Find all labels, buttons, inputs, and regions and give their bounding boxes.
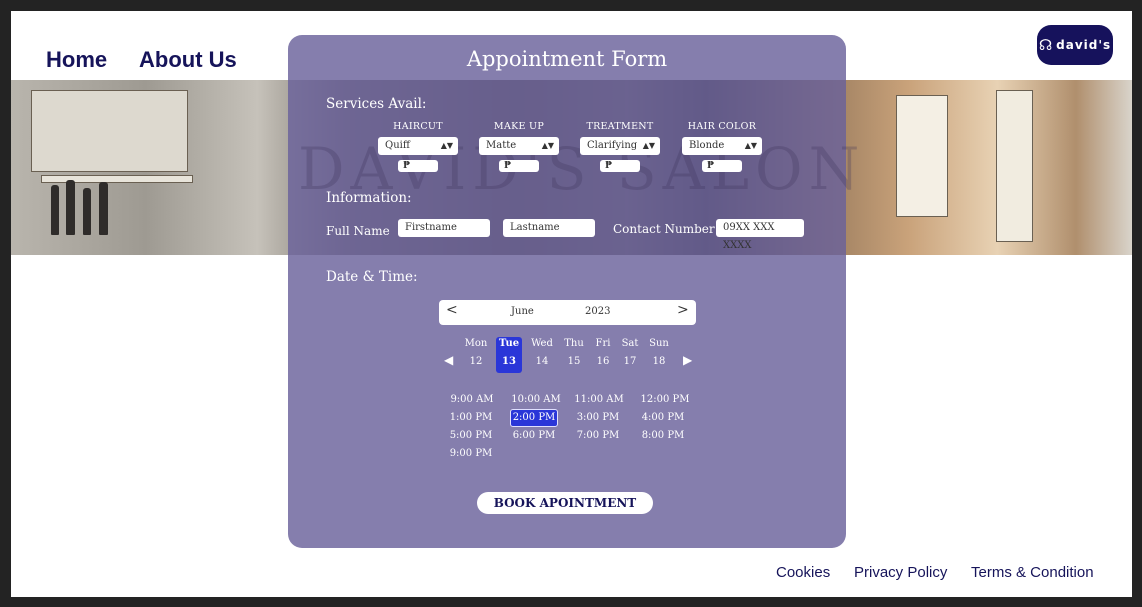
day-name: Wed bbox=[531, 338, 553, 349]
logo-text: david's bbox=[1056, 38, 1112, 52]
chevron-updown-icon: ▲▼ bbox=[440, 141, 453, 150]
select-value: Matte bbox=[486, 140, 517, 151]
service-treatment: TREATMENT Clarifying ▲▼ ₱ bbox=[580, 121, 660, 172]
day-name: Sun bbox=[649, 338, 669, 349]
prev-month-button[interactable]: < bbox=[446, 302, 458, 318]
service-haircut: HAIRCUT Quiff ▲▼ ₱ bbox=[378, 121, 458, 172]
year-label: 2023 bbox=[585, 306, 611, 317]
select-value: Quiff bbox=[385, 140, 410, 151]
contact-label: Contact Number bbox=[613, 222, 715, 236]
month-label: June bbox=[511, 306, 534, 317]
time-slot[interactable]: 12:00 PM bbox=[635, 392, 695, 408]
next-month-button[interactable]: > bbox=[677, 302, 689, 318]
day-date: 12 bbox=[469, 356, 483, 367]
time-slot[interactable]: 9:00 AM bbox=[442, 392, 502, 408]
chevron-updown-icon: ▲▼ bbox=[541, 141, 554, 150]
day-date: 15 bbox=[567, 356, 581, 367]
services-label: Services Avail: bbox=[326, 96, 427, 112]
day-thu[interactable]: Thu 15 bbox=[561, 337, 587, 373]
next-week-icon[interactable]: ▶ bbox=[683, 353, 692, 367]
time-slot[interactable]: 3:00 PM bbox=[568, 410, 628, 426]
time-slot[interactable]: 7:00 PM bbox=[568, 428, 628, 444]
day-name: Thu bbox=[564, 338, 584, 349]
day-date: 14 bbox=[535, 356, 549, 367]
page: Home About Us ☊ david's DAVID'S SALON Ap… bbox=[11, 11, 1132, 597]
time-slot[interactable]: 8:00 PM bbox=[633, 428, 693, 444]
chevron-updown-icon: ▲▼ bbox=[744, 141, 757, 150]
makeup-price: ₱ bbox=[499, 160, 539, 172]
hero-bottle bbox=[51, 185, 59, 235]
full-name-label: Full Name bbox=[326, 224, 390, 238]
treatment-price: ₱ bbox=[600, 160, 640, 172]
hero-shelf bbox=[996, 90, 1033, 242]
month-picker: < June 2023 > bbox=[439, 300, 696, 325]
day-name: Tue bbox=[498, 338, 520, 349]
day-name: Mon bbox=[464, 338, 488, 349]
time-slot-selected[interactable]: 2:00 PM bbox=[510, 409, 558, 427]
time-slot[interactable]: 11:00 AM bbox=[569, 392, 629, 408]
book-appointment-button[interactable]: BOOK APOINTMENT bbox=[477, 492, 653, 514]
treatment-select[interactable]: Clarifying ▲▼ bbox=[580, 137, 660, 155]
haircut-price: ₱ bbox=[398, 160, 438, 172]
haircolor-price: ₱ bbox=[702, 160, 742, 172]
chevron-updown-icon: ▲▼ bbox=[642, 141, 655, 150]
service-heading: HAIR COLOR bbox=[687, 121, 757, 132]
day-wed[interactable]: Wed 14 bbox=[529, 337, 555, 373]
datetime-label: Date & Time: bbox=[326, 269, 418, 285]
hero-shelf bbox=[41, 175, 193, 183]
time-slot[interactable]: 10:00 AM bbox=[506, 392, 566, 408]
time-slot[interactable]: 1:00 PM bbox=[441, 410, 501, 426]
nav-home-link[interactable]: Home bbox=[46, 47, 107, 73]
day-date: 16 bbox=[596, 356, 610, 367]
day-name: Sat bbox=[621, 338, 639, 349]
hero-shelf bbox=[896, 95, 948, 217]
prev-week-icon[interactable]: ◀ bbox=[444, 353, 453, 367]
appointment-form-panel: DAVID'S SALON Appointment Form Services … bbox=[288, 35, 859, 548]
footer-privacy-link[interactable]: Privacy Policy bbox=[854, 564, 947, 581]
information-label: Information: bbox=[326, 190, 412, 206]
day-date: 18 bbox=[652, 356, 666, 367]
day-sat[interactable]: Sat 17 bbox=[617, 337, 643, 373]
time-slot[interactable]: 5:00 PM bbox=[441, 428, 501, 444]
day-date: 13 bbox=[502, 356, 516, 367]
day-sun[interactable]: Sun 18 bbox=[646, 337, 672, 373]
salon-logo[interactable]: ☊ david's bbox=[1037, 25, 1113, 65]
time-slot[interactable]: 9:00 PM bbox=[441, 446, 501, 462]
footer-cookies-link[interactable]: Cookies bbox=[776, 564, 830, 581]
nav-about-link[interactable]: About Us bbox=[139, 47, 237, 73]
day-name: Fri bbox=[595, 338, 611, 349]
select-value: Blonde bbox=[689, 140, 725, 151]
contact-input[interactable]: 09XX XXX XXXX bbox=[716, 219, 804, 251]
logo-profile-icon: ☊ bbox=[1038, 36, 1054, 54]
service-haircolor: HAIR COLOR Blonde ▲▼ ₱ bbox=[682, 121, 762, 172]
haircolor-select[interactable]: Blonde ▲▼ bbox=[682, 137, 762, 155]
time-slot[interactable]: 6:00 PM bbox=[504, 428, 564, 444]
hero-bottle bbox=[99, 182, 108, 235]
makeup-select[interactable]: Matte ▲▼ bbox=[479, 137, 559, 155]
service-heading: MAKE UP bbox=[493, 121, 545, 132]
firstname-input[interactable]: Firstname bbox=[398, 219, 490, 237]
time-slot[interactable]: 4:00 PM bbox=[633, 410, 693, 426]
service-heading: HAIRCUT bbox=[393, 121, 443, 132]
lastname-input[interactable]: Lastname bbox=[503, 219, 595, 237]
form-title: Appointment Form bbox=[466, 47, 668, 71]
hero-bottle bbox=[66, 180, 75, 235]
day-date: 17 bbox=[623, 356, 637, 367]
footer-terms-link[interactable]: Terms & Condition bbox=[971, 564, 1094, 581]
service-makeup: MAKE UP Matte ▲▼ ₱ bbox=[479, 121, 559, 172]
day-tue-selected[interactable]: Tue 13 bbox=[496, 337, 522, 373]
hero-bottle bbox=[83, 188, 91, 235]
day-fri[interactable]: Fri 16 bbox=[590, 337, 616, 373]
haircut-select[interactable]: Quiff ▲▼ bbox=[378, 137, 458, 155]
select-value: Clarifying bbox=[587, 140, 638, 151]
day-mon[interactable]: Mon 12 bbox=[463, 337, 489, 373]
service-heading: TREATMENT bbox=[586, 121, 654, 132]
hero-shelf bbox=[31, 90, 188, 172]
